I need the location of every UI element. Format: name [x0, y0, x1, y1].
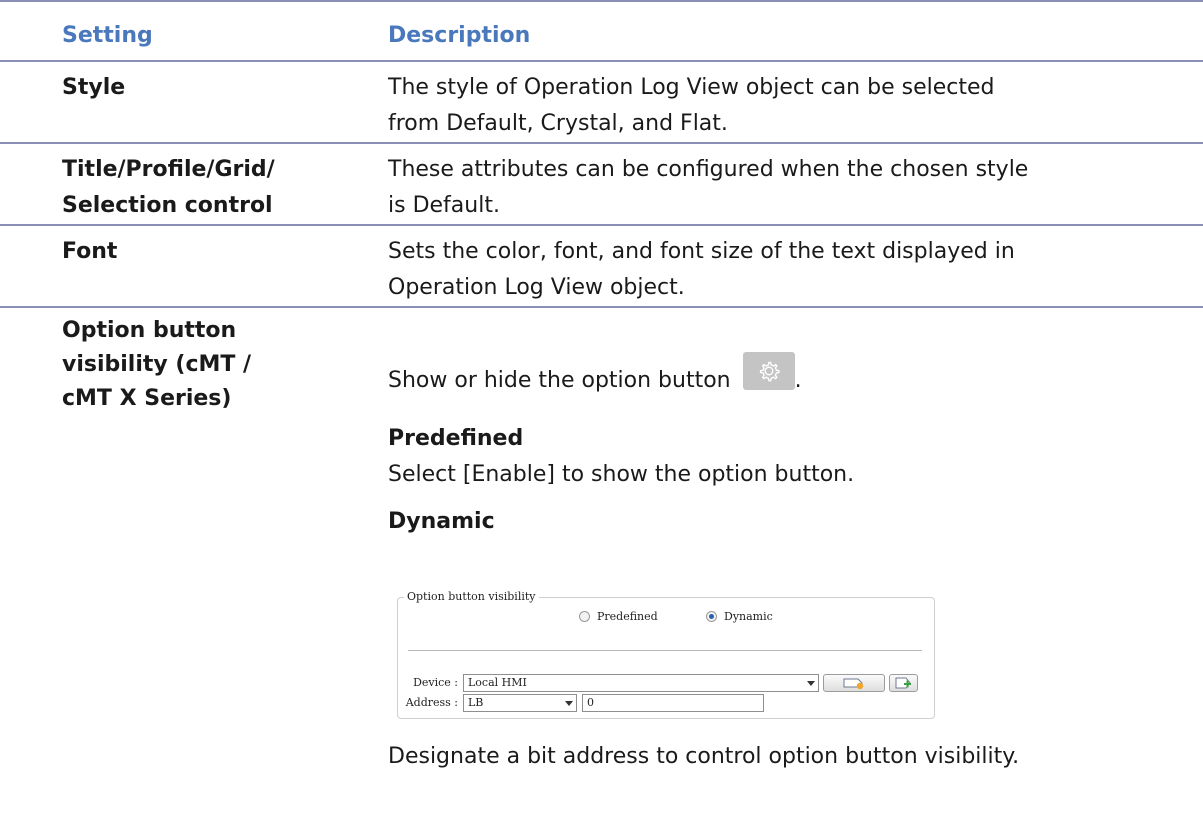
radio-dynamic-dot[interactable] — [706, 611, 717, 622]
header-rule — [0, 60, 1203, 62]
option-button-intro: Show or hide the option button . — [388, 352, 1188, 400]
tag-settings-button[interactable] — [823, 674, 885, 692]
setting-option-button-visibility: Option button visibility (cMT / cMT X Se… — [62, 314, 251, 416]
radio-predefined-dot[interactable] — [579, 611, 590, 622]
chevron-down-icon — [565, 701, 573, 706]
add-tag-button[interactable] — [889, 674, 918, 692]
radio-dynamic[interactable]: Dynamic — [706, 610, 773, 623]
option-button — [742, 352, 795, 390]
row-divider — [0, 142, 1203, 144]
setting-line: Option button — [62, 318, 237, 343]
intro-period: . — [794, 368, 802, 393]
option-button-visibility-group: Option button visibility Predefined Dyna… — [397, 589, 935, 719]
radio-predefined-label: Predefined — [597, 610, 658, 623]
dynamic-footer-text: Designate a bit address to control optio… — [388, 744, 1020, 769]
setting-selection-control: Selection control — [62, 193, 273, 218]
chevron-down-icon — [807, 681, 815, 686]
intro-text: Show or hide the option button — [388, 368, 731, 393]
setting-line: visibility (cMT / — [62, 352, 252, 377]
address-input[interactable]: 0 — [582, 694, 764, 712]
setting-title-profile-grid: Title/Profile/Grid/ — [62, 157, 275, 182]
dynamic-heading: Dynamic — [388, 509, 495, 534]
setting-line: cMT X Series) — [62, 386, 232, 411]
description-line: These attributes can be configured when … — [388, 157, 1029, 182]
device-label: Device : — [413, 676, 458, 689]
device-select[interactable]: Local HMI — [463, 674, 819, 692]
group-separator — [408, 650, 922, 651]
predefined-text: Select [Enable] to show the option butto… — [388, 462, 855, 487]
address-type-value: LB — [468, 696, 484, 709]
address-label: Address : — [405, 696, 458, 709]
address-value: 0 — [587, 696, 594, 709]
description-line: Operation Log View object. — [388, 275, 685, 300]
gear-icon — [759, 361, 780, 382]
predefined-heading: Predefined — [388, 426, 524, 451]
add-tag-icon — [895, 677, 911, 689]
setting-font: Font — [62, 239, 118, 264]
table-top-rule — [0, 0, 1203, 2]
description-line: from Default, Crystal, and Flat. — [388, 111, 728, 136]
group-title: Option button visibility — [404, 589, 539, 605]
radio-predefined[interactable]: Predefined — [579, 610, 658, 623]
description-line: Sets the color, font, and font size of t… — [388, 239, 1015, 264]
device-value: Local HMI — [468, 676, 527, 689]
address-type-select[interactable]: LB — [463, 694, 577, 712]
column-header-setting: Setting — [62, 23, 153, 48]
tag-settings-icon — [843, 678, 864, 690]
row-divider — [0, 224, 1203, 226]
radio-dynamic-label: Dynamic — [724, 610, 773, 623]
setting-style: Style — [62, 75, 126, 100]
description-line: The style of Operation Log View object c… — [388, 75, 995, 100]
column-header-description: Description — [388, 23, 531, 48]
description-line: is Default. — [388, 193, 500, 218]
row-divider — [0, 306, 1203, 308]
